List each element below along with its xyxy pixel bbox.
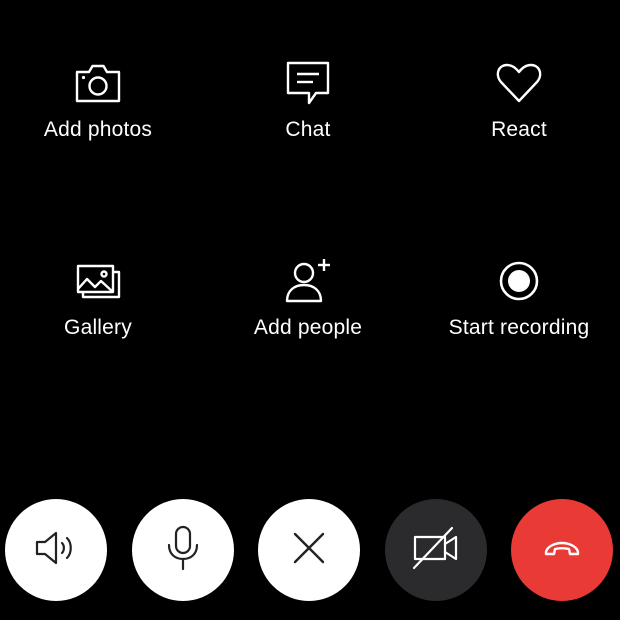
gallery-button[interactable]: Gallery (0, 256, 198, 366)
gallery-icon (73, 256, 123, 306)
record-icon (494, 256, 544, 306)
start-recording-button[interactable]: Start recording (419, 256, 619, 366)
close-button[interactable] (258, 499, 360, 601)
speaker-button[interactable] (5, 499, 107, 601)
close-icon (284, 523, 334, 578)
end-call-icon (537, 523, 587, 578)
call-options-screen: Add photos Chat React Gallery Add people… (0, 0, 620, 620)
speaker-icon (31, 523, 81, 578)
react-label: React (491, 118, 547, 141)
add-person-icon (283, 256, 333, 306)
microphone-icon (158, 523, 208, 578)
react-button[interactable]: React (419, 58, 619, 168)
chat-icon (283, 58, 333, 108)
add-people-button[interactable]: Add people (208, 256, 408, 366)
video-off-icon (409, 523, 463, 578)
microphone-button[interactable] (132, 499, 234, 601)
add-people-label: Add people (253, 316, 363, 339)
camera-icon (73, 58, 123, 108)
add-photos-button[interactable]: Add photos (0, 58, 198, 168)
heart-icon (494, 58, 544, 108)
chat-label: Chat (285, 118, 331, 141)
video-toggle-button[interactable] (385, 499, 487, 601)
end-call-button[interactable] (511, 499, 613, 601)
gallery-label: Gallery (64, 316, 132, 339)
add-photos-label: Add photos (43, 118, 153, 141)
start-recording-label: Start recording (448, 316, 590, 339)
chat-button[interactable]: Chat (208, 58, 408, 168)
